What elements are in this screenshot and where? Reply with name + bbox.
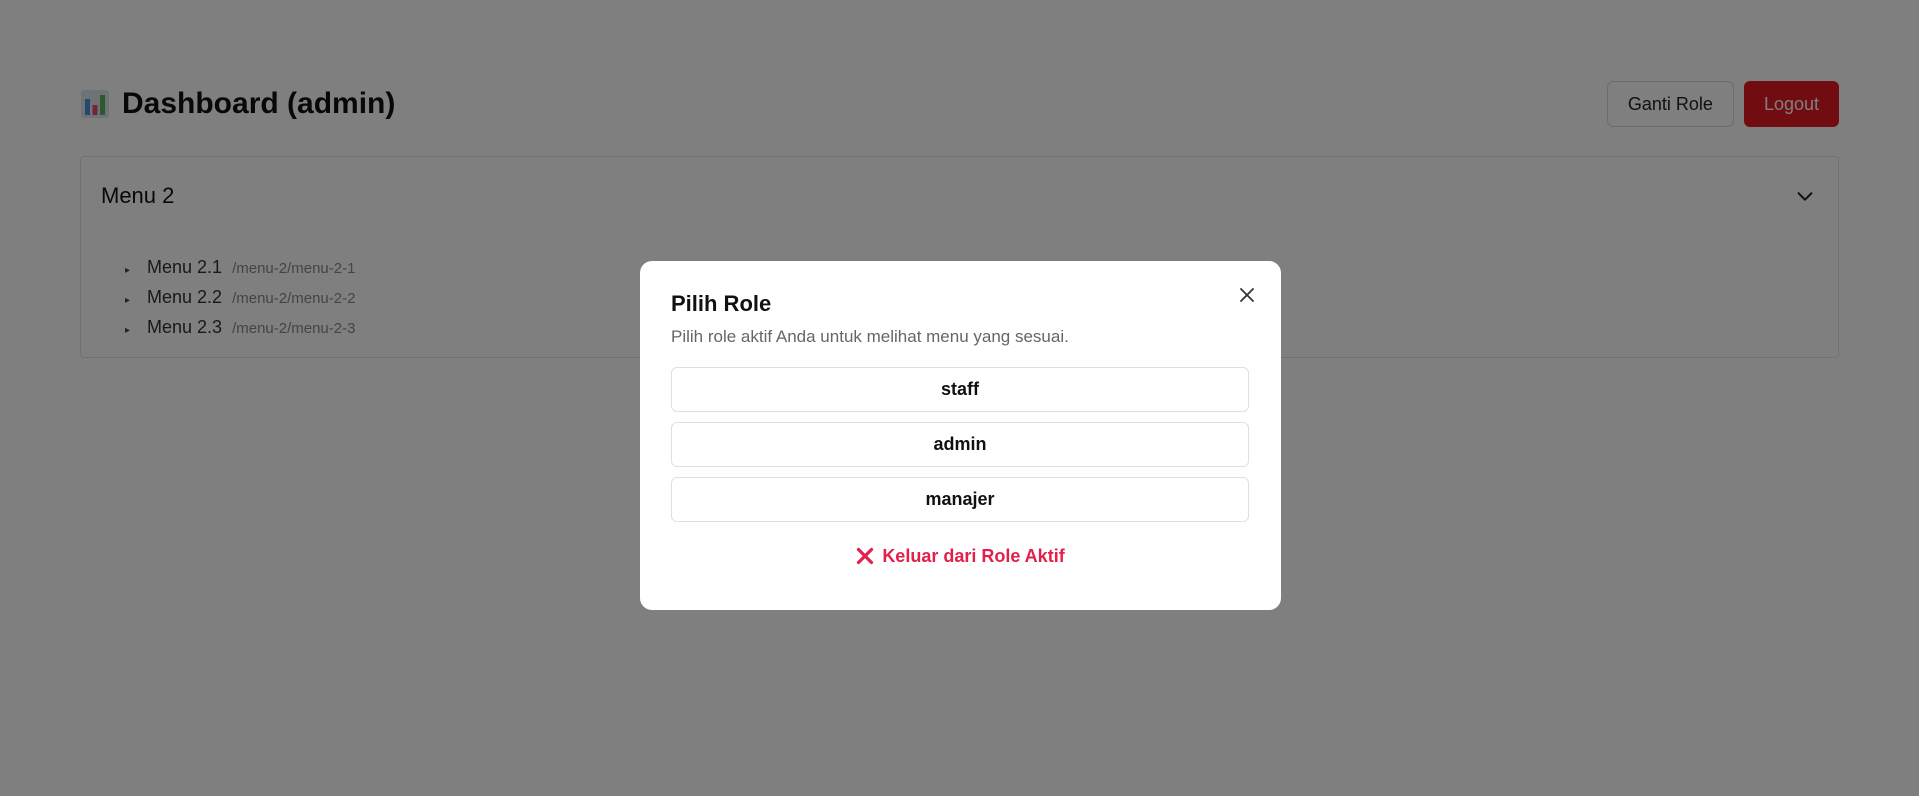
close-icon[interactable] [1235, 283, 1259, 307]
close-glyph [1240, 288, 1254, 302]
x-mark-icon [857, 547, 874, 565]
role-picker-modal: Pilih Role Pilih role aktif Anda untuk m… [640, 261, 1281, 610]
role-option-manajer[interactable]: manajer [671, 477, 1249, 522]
exit-role-label: Keluar dari Role Aktif [882, 545, 1065, 566]
modal-subtitle: Pilih role aktif Anda untuk melihat menu… [671, 327, 1069, 346]
exit-role-link[interactable]: Keluar dari Role Aktif [671, 542, 1250, 570]
role-option-admin[interactable]: admin [671, 422, 1249, 467]
role-option-staff[interactable]: staff [671, 367, 1249, 412]
role-list: staff admin manajer [671, 367, 1250, 522]
modal-title: Pilih Role [671, 291, 772, 316]
